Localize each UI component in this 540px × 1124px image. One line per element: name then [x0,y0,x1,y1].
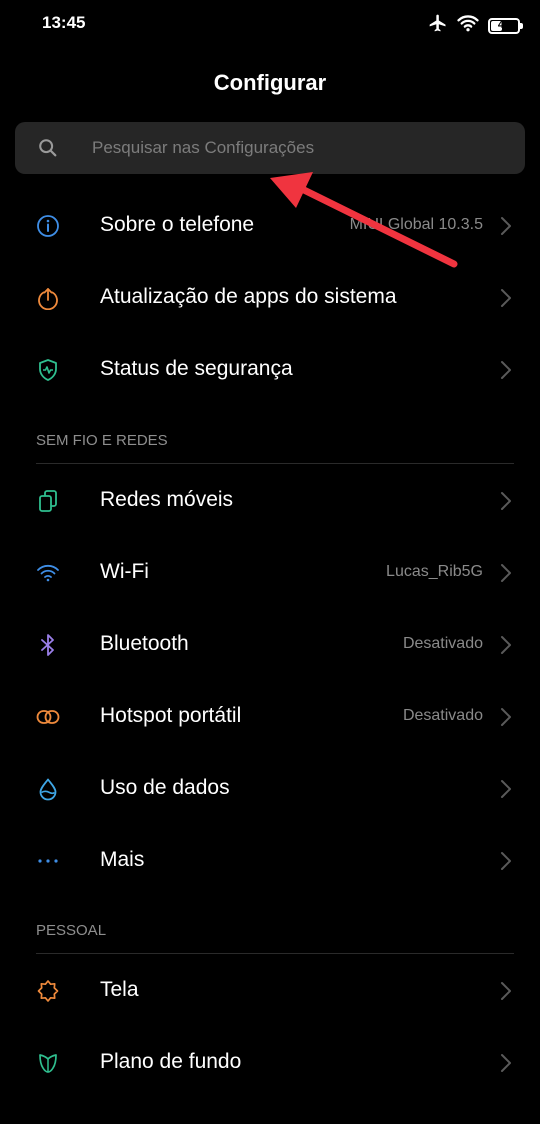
shield-icon [36,358,60,382]
airplane-icon [428,13,448,38]
settings-item-label: Tela [100,978,139,1001]
chevron-right-icon [500,851,512,871]
settings-item-uso-de-dados[interactable]: Uso de dados [0,753,540,825]
settings-item-label: Plano de fundo [100,1050,242,1073]
chevron-right-icon [500,563,512,583]
wallpaper-icon [36,1051,60,1075]
settings-item-value: Desativado [402,707,483,724]
hotspot-icon [36,705,60,729]
settings-item-label: Status de segurança [100,357,293,380]
wifi-icon [36,561,60,585]
search-icon [37,137,59,164]
status-icons: 42 [428,13,523,38]
settings-item-bluetooth[interactable]: Bluetooth Desativado [0,609,540,681]
settings-item-label: Atualização de apps do sistema [100,285,397,308]
settings-item-label: Wi-Fi [100,560,149,583]
settings-item-plano-de-fundo[interactable]: Plano de fundo [0,1027,540,1099]
chevron-right-icon [500,216,512,236]
status-time: 13:45 [42,13,86,32]
chevron-right-icon [500,707,512,727]
search-placeholder: Pesquisar nas Configurações [92,138,315,157]
divider [36,953,514,954]
settings-item-label: Mais [100,848,145,871]
brightness-icon [36,979,60,1003]
chevron-right-icon [500,491,512,511]
sim-card-icon [36,489,60,513]
upload-icon [36,286,60,311]
battery-level: 42 [497,19,511,31]
search-input[interactable]: Pesquisar nas Configurações [15,122,525,174]
droplet-icon [36,777,60,801]
bluetooth-icon [36,633,60,657]
settings-item-status-seguranca[interactable]: Status de segurança [0,334,540,406]
settings-item-mais[interactable]: Mais [0,825,540,897]
section-header-wireless: SEM FIO E REDES [36,432,168,449]
settings-item-label: Hotspot portátil [100,704,242,727]
settings-item-tela[interactable]: Tela [0,955,540,1027]
settings-item-value: MIUI Global 10.3.5 [349,216,483,233]
page-title: Configurar [213,70,327,95]
chevron-right-icon [500,288,512,308]
settings-item-label: Bluetooth [100,632,189,655]
settings-item-label: Uso de dados [100,776,230,799]
chevron-right-icon [500,635,512,655]
settings-item-value: Desativado [402,635,483,652]
settings-item-hotspot[interactable]: Hotspot portátil Desativado [0,681,540,753]
settings-item-sobre-o-telefone[interactable]: Sobre o telefone MIUI Global 10.3.5 [0,190,540,262]
divider [36,463,514,464]
settings-item-wifi[interactable]: Wi-Fi Lucas_Rib5G [0,537,540,609]
settings-item-redes-moveis[interactable]: Redes móveis [0,465,540,537]
chevron-right-icon [500,779,512,799]
battery-icon: 42 [488,17,523,34]
section-header-personal: PESSOAL [36,922,107,939]
settings-item-value: Lucas_Rib5G [386,563,483,580]
chevron-right-icon [500,360,512,380]
chevron-right-icon [500,1053,512,1073]
status-bar: 13:45 42 [0,0,540,46]
info-icon [36,214,60,238]
wifi-icon [457,14,479,37]
settings-item-label: Sobre o telefone [100,213,255,236]
settings-item-atualizacao-apps[interactable]: Atualização de apps do sistema [0,262,540,334]
settings-item-label: Redes móveis [100,488,234,511]
more-dots-icon [36,849,60,873]
chevron-right-icon [500,981,512,1001]
